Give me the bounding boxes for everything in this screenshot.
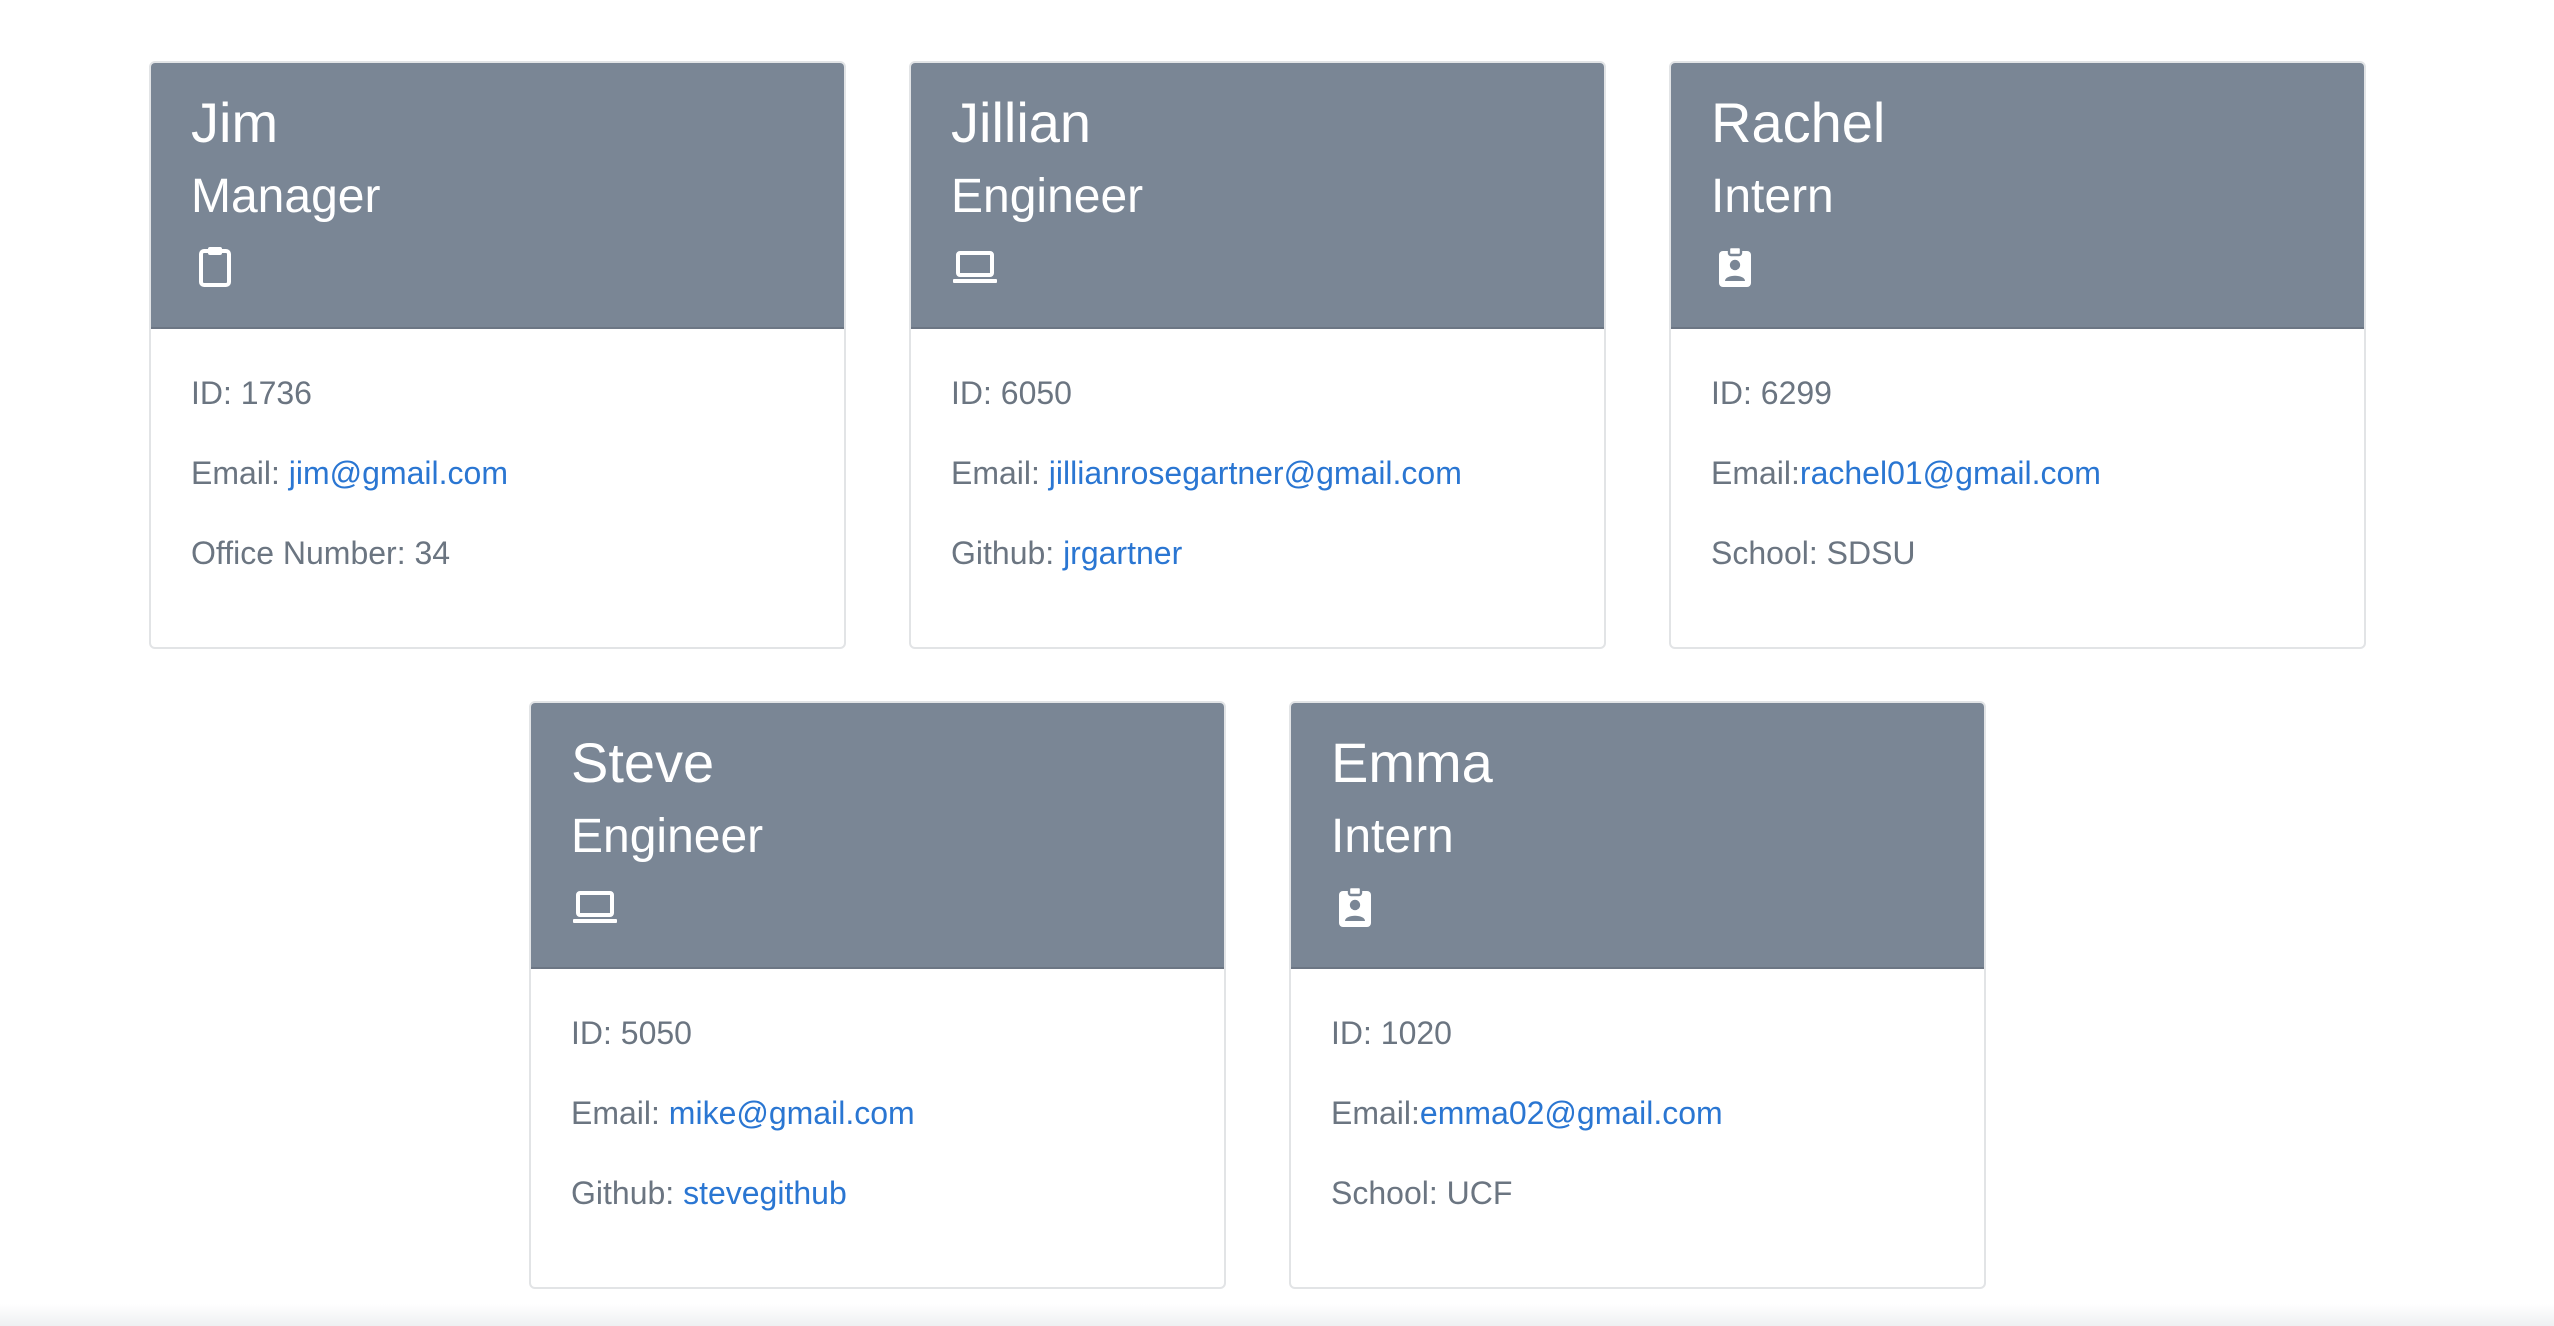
employee-role: Manager xyxy=(191,170,381,223)
card-header: Emma Intern xyxy=(1291,703,1984,969)
email-label: Email: xyxy=(191,455,289,491)
office-number: Office Number: 34 xyxy=(191,535,451,571)
email-link[interactable]: rachel01@gmail.com xyxy=(1800,455,2101,491)
employee-email-row: Email:rachel01@gmail.com xyxy=(1711,453,2324,493)
employee-email-row: Email:emma02@gmail.com xyxy=(1331,1093,1944,1133)
card-header: Jillian Engineer xyxy=(911,63,1604,329)
page-bottom-edge xyxy=(0,1304,2554,1326)
email-label: Email: xyxy=(571,1095,669,1131)
card-header: Rachel Intern xyxy=(1671,63,2364,329)
school: School: UCF xyxy=(1331,1175,1513,1211)
card-header: Steve Engineer xyxy=(531,703,1224,969)
id-badge-icon xyxy=(1339,885,1371,927)
card-body: ID: 6050 Email: jillianrosegartner@gmail… xyxy=(911,329,1604,573)
github-label: Github: xyxy=(571,1175,684,1211)
email-link[interactable]: jillianrosegartner@gmail.com xyxy=(1049,455,1462,491)
card-body: ID: 1020 Email:emma02@gmail.com School: … xyxy=(1291,969,1984,1213)
employee-card: Emma Intern ID: 1020 Email:emma02@gmail.… xyxy=(1289,701,1986,1289)
employee-name: Jillian xyxy=(951,91,1092,154)
clipboard-icon xyxy=(199,247,231,287)
employee-card: Rachel Intern ID: 6299 Email:rachel01@gm… xyxy=(1669,61,2366,649)
employee-card: Jim Manager ID: 1736 Email: jim@gmail.co… xyxy=(149,61,846,649)
employee-name: Rachel xyxy=(1711,91,1886,154)
employee-role: Intern xyxy=(1331,810,1454,863)
employee-card: Steve Engineer ID: 5050 Email: mike@gmai… xyxy=(529,701,1226,1289)
employee-id: ID: 1020 xyxy=(1331,1015,1452,1051)
employee-email-row: Email: mike@gmail.com xyxy=(571,1093,1184,1133)
email-label: Email: xyxy=(951,455,1049,491)
github-link[interactable]: jrgartner xyxy=(1063,535,1182,571)
card-body: ID: 1736 Email: jim@gmail.com Office Num… xyxy=(151,329,844,573)
employee-id: ID: 1736 xyxy=(191,375,312,411)
employee-id: ID: 6299 xyxy=(1711,375,1832,411)
employee-name: Steve xyxy=(571,731,715,794)
employee-role: Engineer xyxy=(951,170,1144,223)
employee-role: Engineer xyxy=(571,810,764,863)
laptop-icon xyxy=(573,891,617,923)
laptop-icon xyxy=(953,251,997,283)
employee-role: Intern xyxy=(1711,170,1834,223)
card-header: Jim Manager xyxy=(151,63,844,329)
employee-email-row: Email: jillianrosegartner@gmail.com xyxy=(951,453,1564,493)
github-label: Github: xyxy=(951,535,1064,571)
email-link[interactable]: jim@gmail.com xyxy=(289,455,508,491)
id-badge-icon xyxy=(1719,245,1751,287)
github-row: Github: jrgartner xyxy=(951,533,1564,573)
school: School: SDSU xyxy=(1711,535,1916,571)
employee-card: Jillian Engineer ID: 6050 Email: jillian… xyxy=(909,61,1606,649)
employee-id: ID: 6050 xyxy=(951,375,1072,411)
employee-name: Emma xyxy=(1331,731,1493,794)
card-body: ID: 6299 Email:rachel01@gmail.com School… xyxy=(1671,329,2364,573)
employee-email-row: Email: jim@gmail.com xyxy=(191,453,804,493)
email-label: Email: xyxy=(1331,1095,1420,1131)
card-body: ID: 5050 Email: mike@gmail.com Github: s… xyxy=(531,969,1224,1213)
github-link[interactable]: stevegithub xyxy=(683,1175,847,1211)
github-row: Github: stevegithub xyxy=(571,1173,1184,1213)
employee-id: ID: 5050 xyxy=(571,1015,692,1051)
email-link[interactable]: emma02@gmail.com xyxy=(1420,1095,1723,1131)
email-link[interactable]: mike@gmail.com xyxy=(669,1095,915,1131)
team-page: Jim Manager ID: 1736 Email: jim@gmail.co… xyxy=(0,0,2554,1326)
employee-name: Jim xyxy=(191,91,279,154)
email-label: Email: xyxy=(1711,455,1800,491)
